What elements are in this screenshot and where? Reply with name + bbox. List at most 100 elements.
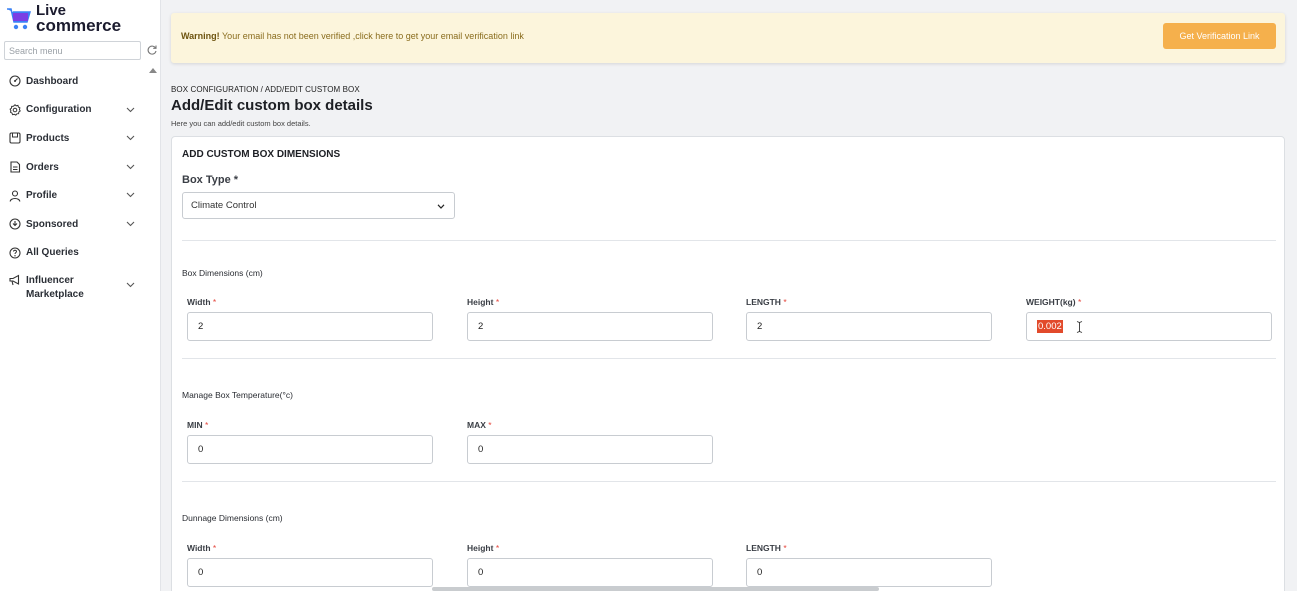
section-divider [182, 481, 1276, 482]
sidebar-item-label-line1: Influencer [26, 275, 74, 287]
temperature-max-field: MAX * 0 [467, 420, 713, 464]
box-length-value: 2 [757, 321, 763, 332]
sidebar-item-products[interactable]: Products [0, 124, 150, 153]
brand-logo[interactable]: Live commerce [6, 3, 136, 36]
sidebar-item-configuration[interactable]: Configuration [0, 96, 150, 125]
dunnage-width-field: Width * 0 [187, 543, 433, 587]
dunnage-height-field: Height * 0 [467, 543, 713, 587]
box-weight-input[interactable]: 0.002 [1026, 312, 1272, 341]
box-width-input[interactable]: 2 [187, 312, 433, 341]
horizontal-scrollbar[interactable] [432, 587, 879, 591]
question-icon [9, 247, 21, 259]
dunnage-width-input[interactable]: 0 [187, 558, 433, 587]
sidebar-item-dashboard[interactable]: Dashboard [0, 67, 150, 96]
field-label-text: MAX [467, 420, 486, 430]
chevron-down-icon [126, 221, 135, 227]
warning-message[interactable]: Warning! Your email has not been verifie… [181, 31, 524, 41]
field-label-text: Height [467, 543, 494, 553]
temperature-min-value: 0 [198, 444, 204, 455]
warning-text: Your email has not been verified ,click … [219, 31, 524, 41]
sidebar: Live commerce Dashboard Configurat [0, 0, 161, 591]
chevron-down-icon [126, 164, 135, 170]
box-height-input[interactable]: 2 [467, 312, 713, 341]
section-divider [182, 240, 1276, 241]
warning-strong: Warning! [181, 31, 220, 41]
box-length-input[interactable]: 2 [746, 312, 992, 341]
product-icon [9, 132, 21, 145]
sponsored-icon [9, 218, 21, 230]
sidebar-item-all-queries[interactable]: All Queries [0, 239, 150, 268]
page-subtitle: Here you can add/edit custom box details… [171, 119, 311, 128]
user-icon [9, 190, 21, 202]
field-label: MAX * [467, 420, 713, 430]
search-menu-input[interactable] [4, 41, 141, 60]
sidebar-search [4, 41, 160, 60]
sidebar-nav: Dashboard Configuration Products Orders [0, 67, 150, 307]
box-type-select[interactable]: Climate Control [182, 192, 455, 219]
required-mark: * [204, 420, 209, 430]
section-divider [182, 358, 1276, 359]
orders-icon [10, 161, 21, 173]
field-label: Width * [187, 297, 433, 307]
scroll-up-icon[interactable] [149, 67, 157, 73]
dunnage-width-value: 0 [198, 567, 204, 578]
dashboard-icon [9, 75, 21, 87]
sidebar-item-influencer-marketplace[interactable]: Influencer Marketplace [0, 267, 150, 307]
dunnage-length-field: LENGTH * 0 [746, 543, 992, 587]
refresh-icon[interactable] [146, 44, 158, 56]
chevron-down-icon [126, 192, 135, 198]
dunnage-height-value: 0 [478, 567, 484, 578]
required-mark: * [212, 543, 217, 553]
box-length-field: LENGTH * 2 [746, 297, 992, 341]
sidebar-item-label: All Queries [26, 247, 79, 259]
box-dimensions-title: Box Dimensions (cm) [182, 268, 263, 278]
temperature-min-field: MIN * 0 [187, 420, 433, 464]
sidebar-item-label: Sponsored [26, 218, 79, 230]
field-label: LENGTH * [746, 543, 992, 553]
box-type-label: Box Type * [182, 174, 239, 186]
sidebar-item-label: Orders [26, 161, 59, 173]
page-title: Add/Edit custom box details [171, 97, 373, 114]
field-label-text: MIN [187, 420, 203, 430]
field-label-text: Width [187, 543, 211, 553]
box-width-value: 2 [198, 321, 204, 332]
sidebar-item-label: Products [26, 132, 70, 144]
sidebar-item-profile[interactable]: Profile [0, 181, 150, 210]
box-height-field: Height * 2 [467, 297, 713, 341]
field-label: MIN * [187, 420, 433, 430]
field-label-text: LENGTH [746, 297, 781, 307]
sidebar-item-sponsored[interactable]: Sponsored [0, 210, 150, 239]
breadcrumb: BOX CONFIGURATION / ADD/EDIT CUSTOM BOX [171, 85, 360, 94]
card-title: ADD CUSTOM BOX DIMENSIONS [182, 149, 341, 160]
email-warning-banner[interactable]: Warning! Your email has not been verifie… [171, 13, 1285, 63]
sidebar-item-label-line2: Marketplace [26, 289, 84, 301]
required-mark: * [212, 297, 217, 307]
field-label: WEIGHT(kg) * [1026, 297, 1272, 307]
required-mark: * [495, 543, 500, 553]
required-mark: * [1077, 297, 1082, 307]
brand-line2: commerce [36, 16, 122, 35]
dunnage-length-input[interactable]: 0 [746, 558, 992, 587]
field-label-text: Width [187, 297, 211, 307]
sidebar-item-label: Influencer Marketplace [26, 274, 84, 302]
temperature-min-input[interactable]: 0 [187, 435, 433, 464]
required-mark: * [783, 297, 787, 307]
chevron-down-icon [126, 135, 135, 141]
temperature-max-input[interactable]: 0 [467, 435, 713, 464]
get-verification-link-button[interactable]: Get Verification Link [1163, 23, 1276, 49]
sidebar-item-label: Profile [26, 190, 58, 202]
chevron-down-icon [437, 204, 445, 209]
sidebar-item-label: Configuration [26, 104, 92, 116]
field-label-text: WEIGHT(kg) [1026, 297, 1076, 307]
shopping-cart-icon [7, 8, 32, 30]
box-type-value: Climate Control [191, 200, 257, 211]
required-mark: * [488, 420, 492, 430]
field-label: Width * [187, 543, 433, 553]
chevron-down-icon [126, 107, 135, 112]
temperature-max-value: 0 [478, 444, 484, 455]
sidebar-item-orders[interactable]: Orders [0, 153, 150, 182]
dunnage-height-input[interactable]: 0 [467, 558, 713, 587]
box-weight-field: WEIGHT(kg) * 0.002 [1026, 297, 1272, 341]
box-temperature-title: Manage Box Temperature(°c) [182, 390, 293, 400]
box-height-value: 2 [478, 321, 484, 332]
